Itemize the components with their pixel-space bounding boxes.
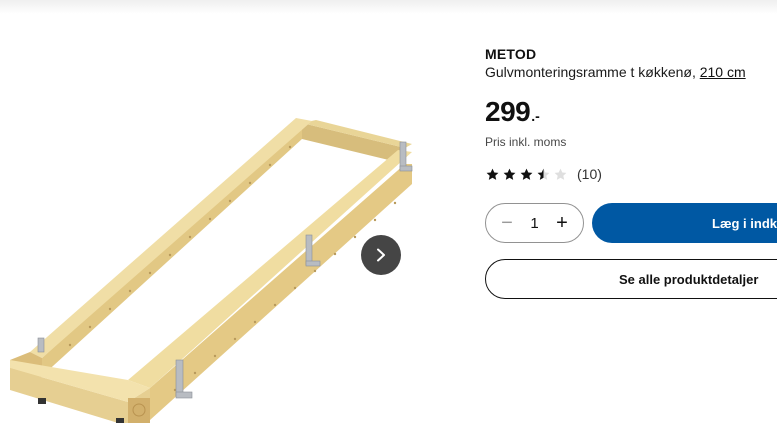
star-half-icon — [537, 168, 550, 180]
product-gallery — [0, 20, 430, 423]
star-icon-2 — [503, 168, 516, 180]
quantity-decrease-button[interactable]: − — [496, 212, 518, 234]
price-integer: 299 — [485, 96, 531, 127]
star-empty-icon — [554, 168, 567, 180]
gallery-next-button[interactable] — [361, 235, 401, 275]
product-info: METOD Gulvmonteringsramme t køkkenø, 210… — [485, 46, 777, 81]
chevron-right-icon — [377, 248, 385, 262]
quantity-input[interactable] — [522, 214, 547, 232]
rating-summary[interactable]: (10) — [485, 166, 602, 182]
price-suffix: .- — [531, 108, 540, 124]
vat-note: Pris inkl. moms — [485, 135, 567, 149]
product-size-link[interactable]: 210 cm — [700, 64, 746, 80]
product-description-line: Gulvmonteringsramme t køkkenø, 210 cm — [485, 63, 777, 81]
review-count: (10) — [577, 166, 602, 182]
quantity-stepper: − + — [485, 203, 584, 243]
star-icon-1 — [486, 168, 499, 180]
product-description: Gulvmonteringsramme t køkkenø, — [485, 64, 696, 80]
product-brand: METOD — [485, 46, 537, 62]
rating-stars — [485, 167, 568, 182]
star-icon-3 — [520, 168, 533, 180]
all-details-button[interactable]: Se alle produktdetaljer — [485, 259, 777, 299]
top-shade — [0, 0, 777, 14]
quantity-increase-button[interactable]: + — [551, 212, 573, 234]
product-price: 299 .- — [485, 96, 540, 128]
add-to-cart-button[interactable]: Læg i indkøbskurv — [592, 203, 777, 243]
